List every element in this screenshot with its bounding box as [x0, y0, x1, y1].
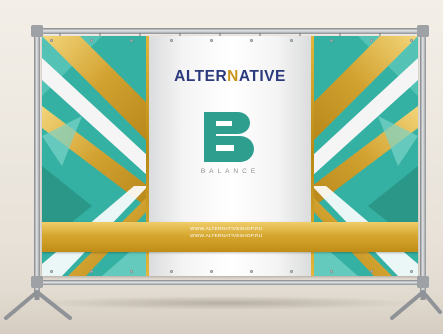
balance-subbrand: BALANCE	[200, 168, 260, 175]
grommet	[50, 270, 53, 273]
grommet	[170, 270, 173, 273]
frame-top-bar	[34, 28, 426, 34]
frame-bottom-bar	[34, 280, 426, 285]
website-line-2: WWW.ALTERNATIVESHOP.RU	[190, 234, 263, 239]
grommet	[250, 39, 253, 42]
grommet	[290, 39, 293, 42]
grommet	[170, 39, 173, 42]
banner: ALTERNATIVE BALANCE WWW.ALTERNATIVESHOP.…	[42, 36, 418, 276]
grommet	[330, 39, 333, 42]
grommet	[130, 39, 133, 42]
gold-band: WWW.ALTERNATIVESHOP.RU WWW.ALTERNATIVESH…	[42, 222, 418, 252]
logo-text-part2: N	[227, 68, 239, 85]
grommet	[130, 270, 133, 273]
grommet	[210, 39, 213, 42]
balance-b-logo-icon	[204, 112, 254, 162]
grommet	[50, 39, 53, 42]
frame-left-post	[34, 28, 40, 296]
grommet	[410, 270, 413, 273]
photo-scene: ALTERNATIVE BALANCE WWW.ALTERNATIVESHOP.…	[0, 0, 443, 334]
grommet	[410, 39, 413, 42]
grommet	[90, 270, 93, 273]
grommet	[290, 270, 293, 273]
grommet	[370, 39, 373, 42]
grommet	[370, 270, 373, 273]
website-line-1: WWW.ALTERNATIVESHOP.RU	[190, 227, 263, 232]
logo-text-part3: ATIVE	[238, 68, 286, 85]
logo-text-part1: ALTER	[174, 68, 228, 85]
grommet	[90, 39, 93, 42]
grommet	[210, 270, 213, 273]
grommet	[330, 270, 333, 273]
website-text: WWW.ALTERNATIVESHOP.RU WWW.ALTERNATIVESH…	[190, 226, 310, 240]
frame-right-post	[420, 28, 426, 296]
alternative-logo: ALTERNATIVE	[146, 68, 314, 86]
grommet	[250, 270, 253, 273]
